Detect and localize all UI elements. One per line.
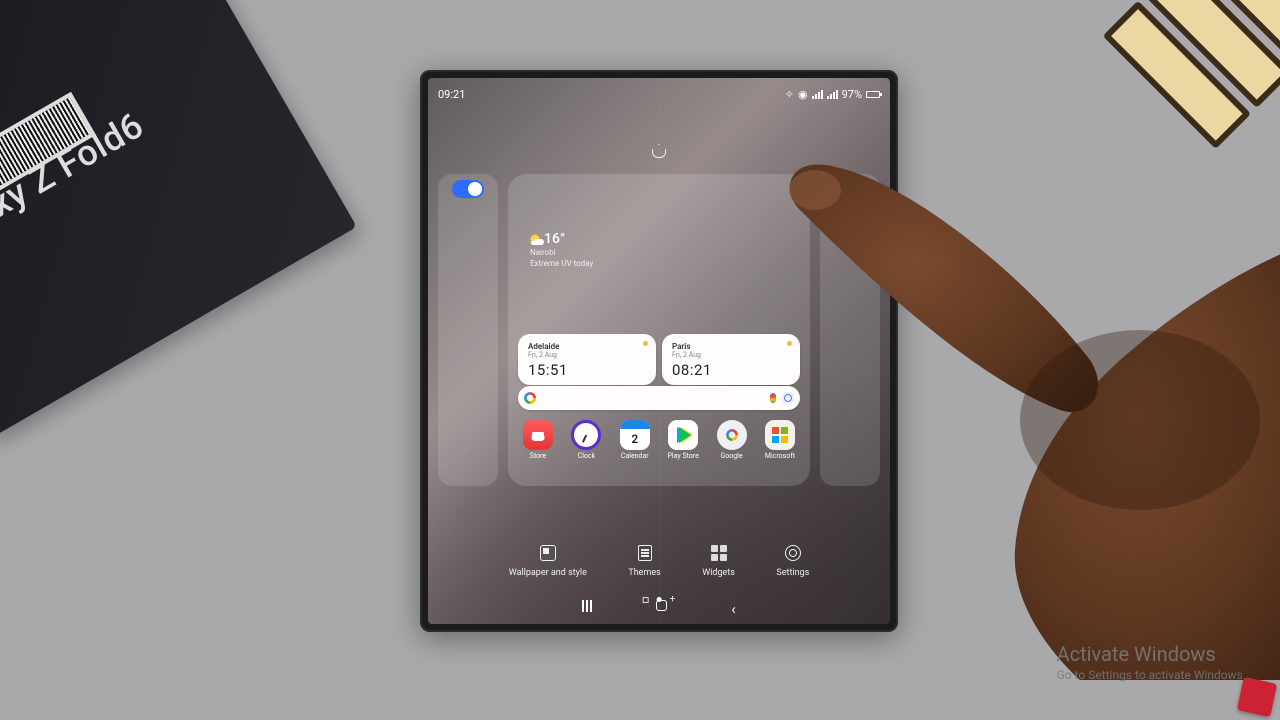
google-logo-icon [524, 392, 536, 404]
device-screen[interactable]: 09:21 ✧ ◉ 97% 16° Na [428, 78, 890, 624]
weather-temp: 16° [544, 230, 565, 248]
wooden-clamp-prop [1079, 0, 1280, 201]
nav-back-button[interactable]: ‹ [731, 600, 736, 618]
wifi-icon: ◉ [798, 88, 808, 101]
app-play-store[interactable]: Play Store [663, 420, 703, 460]
home-editor-row: Wallpaper and style Themes Widgets Setti… [428, 544, 890, 578]
app-microsoft[interactable]: Microsoft [760, 420, 800, 460]
day-indicator-icon [643, 341, 648, 346]
home-indicator-icon [652, 144, 666, 158]
day-indicator-icon [787, 341, 792, 346]
battery-text: 97% [842, 88, 862, 101]
signal-icon-2 [827, 90, 838, 99]
battery-icon [866, 91, 880, 98]
widgets-button[interactable]: Widgets [702, 544, 735, 578]
vibrate-icon: ✧ [785, 88, 794, 101]
watermark-title: Activate Windows [1057, 642, 1246, 666]
app-google[interactable]: Google [712, 420, 752, 460]
mic-icon[interactable] [770, 393, 776, 403]
channel-badge [1237, 677, 1277, 717]
home-page-thumb-right[interactable] [820, 174, 880, 486]
themes-button[interactable]: Themes [628, 544, 660, 578]
app-row: Store Clock 2 Calendar Play Store [518, 420, 800, 460]
play-store-icon [668, 420, 698, 450]
google-search-bar[interactable] [518, 386, 800, 410]
clock2-date: Fri, 2 Aug [672, 351, 790, 359]
status-time: 09:21 [438, 88, 465, 101]
clock2-city: Paris [672, 342, 790, 351]
settings-icon [785, 545, 801, 561]
wallpaper-and-style-button[interactable]: Wallpaper and style [509, 544, 587, 578]
clock1-city: Adelaide [528, 342, 646, 351]
navigation-bar: ‹ [428, 600, 890, 618]
home-page-thumb-main[interactable]: 16° Nairobi Extreme UV today Adelaide Fr… [508, 174, 810, 486]
clock1-time: 15:51 [528, 361, 646, 379]
weather-caption: Extreme UV today [530, 259, 593, 269]
app-clock[interactable]: Clock [566, 420, 606, 460]
nav-recents-button[interactable] [582, 600, 592, 618]
wallpaper-icon [540, 545, 556, 561]
watermark-sub: Go to Settings to activate Windows. [1057, 668, 1246, 682]
widgets-icon [711, 545, 727, 561]
signal-icon-1 [812, 90, 823, 99]
clock-icon [571, 420, 601, 450]
world-clock-card-1[interactable]: Adelaide Fri, 2 Aug 15:51 [518, 334, 656, 385]
cover-mirroring-toggle[interactable] [452, 180, 484, 198]
nav-home-button[interactable] [656, 600, 667, 611]
google-folder-icon [717, 420, 747, 450]
device-frame: 09:21 ✧ ◉ 97% 16° Na [420, 70, 898, 632]
status-bar: 09:21 ✧ ◉ 97% [438, 84, 880, 104]
themes-icon [638, 545, 652, 561]
world-clock-card-2[interactable]: Paris Fri, 2 Aug 08:21 [662, 334, 800, 385]
weather-city: Nairobi [530, 248, 593, 258]
microsoft-folder-icon [765, 420, 795, 450]
store-icon [523, 420, 553, 450]
app-calendar[interactable]: 2 Calendar [615, 420, 655, 460]
clock1-date: Fri, 2 Aug [528, 351, 646, 359]
app-store[interactable]: Store [518, 420, 558, 460]
settings-button[interactable]: Settings [776, 544, 809, 578]
product-box-prop: Galaxy Z Fold6 [0, 0, 357, 437]
weather-sun-cloud-icon [530, 234, 540, 244]
windows-activation-watermark: Activate Windows Go to Settings to activ… [1057, 642, 1246, 682]
home-page-thumb-left[interactable] [438, 174, 498, 486]
weather-widget[interactable]: 16° Nairobi Extreme UV today [530, 230, 593, 269]
calendar-icon: 2 [620, 420, 650, 450]
lens-icon[interactable] [782, 392, 794, 404]
clock2-time: 08:21 [672, 361, 790, 379]
